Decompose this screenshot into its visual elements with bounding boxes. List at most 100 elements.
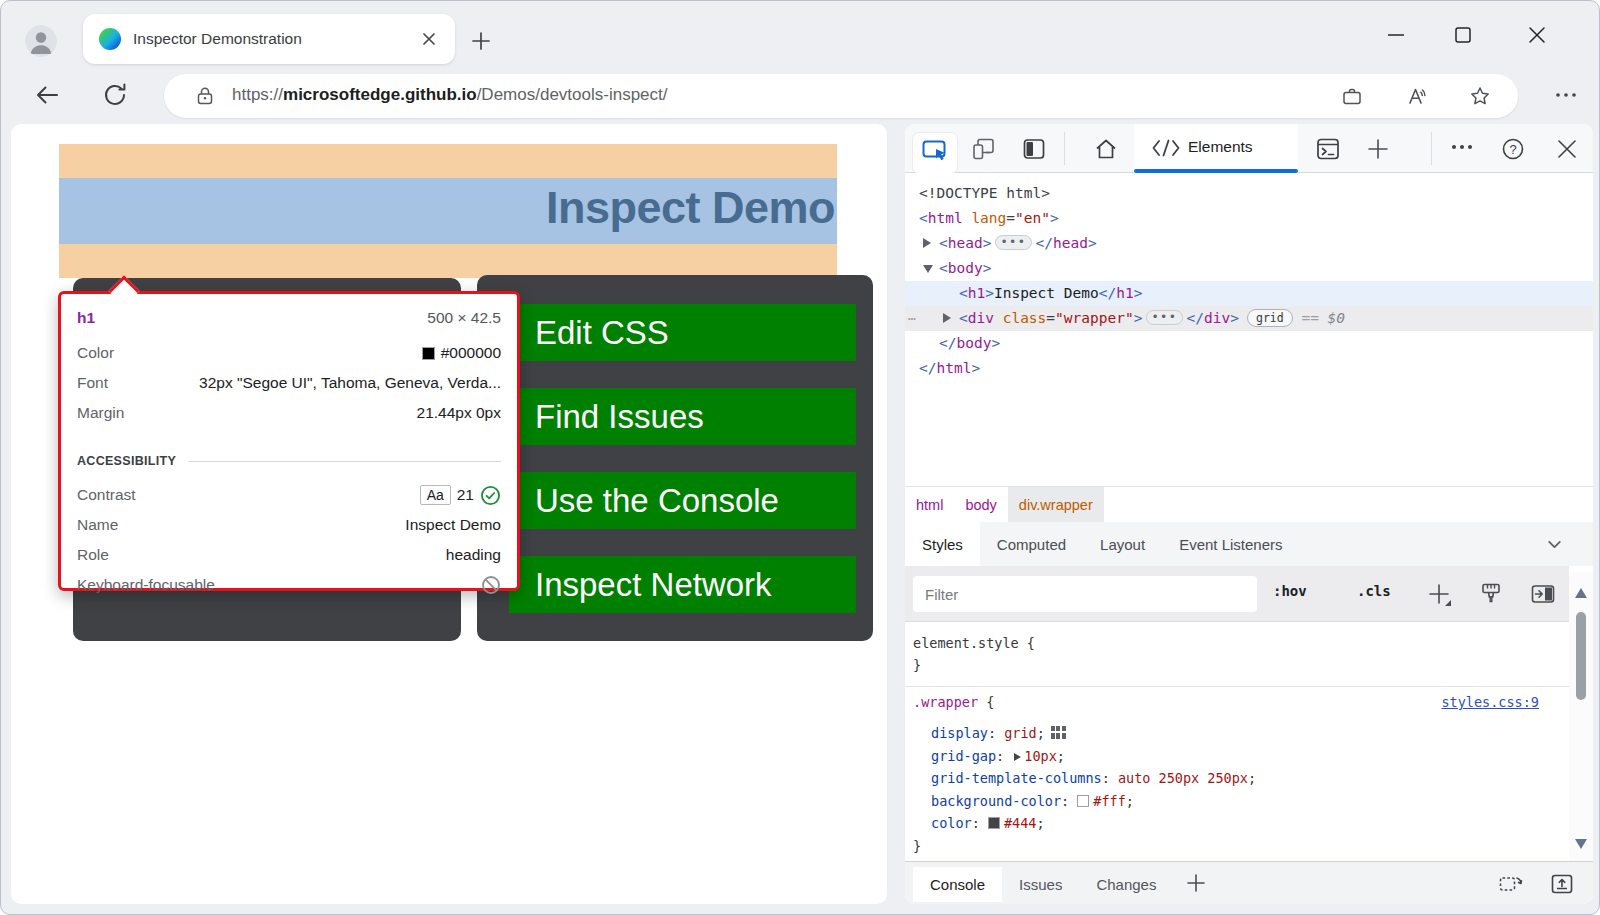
dom-tree-row[interactable]: </body>: [905, 331, 1593, 356]
css-property[interactable]: grid-template-columns: auto 250px 250px;: [905, 767, 1569, 790]
drawer-add-icon[interactable]: [1183, 870, 1209, 896]
scroll-down-arrow[interactable]: [1575, 839, 1587, 849]
accessibility-section-header: ACCESSIBILITY: [77, 442, 501, 480]
styles-tab-bar: StylesComputedLayoutEvent Listeners: [905, 522, 1593, 566]
window-close-button[interactable]: [1525, 23, 1549, 47]
devtools-close-icon[interactable]: [1554, 136, 1580, 162]
dom-tree-row[interactable]: </html>: [905, 356, 1593, 381]
demo-button[interactable]: Use the Console: [509, 472, 856, 529]
dom-tree-row[interactable]: <head>•••</head>: [905, 231, 1593, 256]
scrollbar-thumb[interactable]: [1576, 612, 1586, 700]
tooltip-row: Font32px "Segoe UI", Tahoma, Geneva, Ver…: [77, 368, 501, 398]
accessibility-row: NameInspect Demo: [77, 510, 501, 540]
accessibility-row: ContrastAa21: [77, 480, 501, 510]
tab-layout[interactable]: Layout: [1083, 522, 1162, 566]
css-property[interactable]: display: grid;: [905, 722, 1569, 745]
filter-input[interactable]: Filter: [913, 576, 1257, 612]
collapsed-content-icon: •••: [995, 235, 1031, 250]
demo-button[interactable]: Inspect Network: [509, 556, 856, 613]
lock-icon[interactable]: [194, 85, 216, 107]
accessibility-row: Keyboard-focusable: [77, 570, 501, 600]
tooltip-row: Color#000000: [77, 338, 501, 368]
stylesheet-link[interactable]: styles.css:9: [1441, 691, 1539, 713]
dom-tree-row[interactable]: <h1>Inspect Demo</h1>: [905, 281, 1593, 306]
dom-tree: <!DOCTYPE html><html lang="en"><head>•••…: [905, 173, 1593, 486]
inspect-cursor-icon[interactable]: [922, 140, 948, 162]
add-tab-icon[interactable]: [1365, 136, 1391, 162]
h1-highlight-band: Inspect Demo: [59, 178, 837, 244]
console-tool-icon[interactable]: [1315, 136, 1341, 162]
styles-scrollbar[interactable]: [1569, 572, 1593, 861]
address-bar[interactable]: https://microsoftedge.github.io/Demos/de…: [164, 74, 1518, 118]
wrapper-rule-section[interactable]: styles.css:9.wrapper { display: grid;gri…: [905, 687, 1569, 857]
breadcrumb-item[interactable]: body: [954, 487, 1007, 522]
devtools-more-icon[interactable]: [1449, 140, 1475, 166]
browser-tab[interactable]: Inspector Demonstration: [83, 14, 455, 64]
inspect-tooltip: h1 500 × 42.5 Color#000000Font32px "Sego…: [58, 291, 520, 591]
new-tab-button[interactable]: [469, 29, 493, 53]
dom-tree-row[interactable]: <html lang="en">: [905, 206, 1593, 231]
styles-pane: element.style { } styles.css:9.wrapper {…: [905, 622, 1569, 861]
browser-menu-icon[interactable]: [1553, 85, 1579, 105]
color-swatch: [988, 817, 1000, 829]
expand-shorthand-icon: [1014, 753, 1021, 761]
accessibility-row: Roleheading: [77, 540, 501, 570]
class-pseudo-button[interactable]: .cls: [1357, 583, 1391, 599]
element-dimensions: 500 × 42.5: [427, 309, 501, 327]
drawer-tab-console[interactable]: Console: [913, 867, 1002, 902]
tab-title: Inspector Demonstration: [133, 30, 302, 48]
tab-computed[interactable]: Computed: [980, 522, 1083, 566]
help-icon[interactable]: ?: [1500, 136, 1526, 162]
dom-tree-row[interactable]: ⋯<div class="wrapper">•••</div>grid == $…: [905, 306, 1593, 331]
drawer-tab-changes[interactable]: Changes: [1079, 867, 1173, 902]
hover-pseudo-button[interactable]: :hov: [1273, 583, 1307, 599]
url-text[interactable]: https://microsoftedge.github.io/Demos/de…: [232, 85, 668, 105]
demo-button[interactable]: Find Issues: [509, 388, 856, 445]
tab-elements[interactable]: Elements: [1134, 124, 1298, 173]
open-sidebar-icon[interactable]: [1529, 580, 1557, 608]
tab-event-listeners[interactable]: Event Listeners: [1162, 522, 1299, 566]
back-button[interactable]: [33, 81, 61, 109]
tab-styles[interactable]: Styles: [905, 522, 980, 566]
new-style-rule-icon[interactable]: [1425, 580, 1453, 608]
window-minimize-button[interactable]: [1384, 27, 1408, 43]
collections-icon[interactable]: [1340, 84, 1364, 108]
demo-button[interactable]: Edit CSS: [509, 304, 856, 361]
dom-tree-row[interactable]: <body>: [905, 256, 1593, 281]
scroll-up-arrow[interactable]: [1575, 588, 1587, 598]
web-page-content: Inspect Demo Edit CSS Find Issues Use the …: [11, 124, 887, 904]
home-icon[interactable]: [1093, 136, 1119, 162]
favorites-star-icon[interactable]: [1468, 84, 1492, 108]
profile-avatar[interactable]: [25, 25, 57, 57]
chevron-down-icon[interactable]: [1546, 536, 1563, 553]
edge-favicon: [99, 28, 121, 50]
dom-tree-row[interactable]: <!DOCTYPE html>: [905, 181, 1593, 206]
device-emulation-icon[interactable]: [971, 136, 997, 162]
row-options-icon: ⋯: [908, 306, 917, 331]
rotate-device-icon[interactable]: [1498, 872, 1524, 896]
not-focusable-icon: [481, 575, 501, 595]
refresh-button[interactable]: [101, 81, 129, 109]
breadcrumb-item[interactable]: div.wrapper: [1008, 487, 1104, 522]
margin-overlay-bottom: [59, 244, 837, 278]
breadcrumb-item[interactable]: html: [905, 487, 954, 522]
window-maximize-button[interactable]: [1453, 25, 1473, 45]
browser-window: Inspector Demonstration https://microsof…: [0, 0, 1600, 915]
card-right: Edit CSS Find Issues Use the Console Inspec…: [477, 275, 873, 641]
css-property[interactable]: grid-gap: 10px;: [905, 745, 1569, 768]
expand-arrow-icon: [923, 238, 931, 248]
page-heading: Inspect Demo: [546, 182, 835, 234]
css-property[interactable]: color: #444;: [905, 812, 1569, 835]
read-aloud-icon[interactable]: [1405, 84, 1429, 108]
rendering-brush-icon[interactable]: [1477, 580, 1505, 608]
tooltip-header: h1 500 × 42.5: [77, 303, 501, 333]
dock-side-icon[interactable]: [1021, 136, 1047, 162]
margin-overlay-top: [59, 144, 837, 178]
tab-close-icon[interactable]: [417, 27, 441, 51]
expand-drawer-icon[interactable]: [1549, 871, 1575, 897]
expand-arrow-icon: [943, 313, 951, 323]
drawer-tab-issues[interactable]: Issues: [1002, 867, 1079, 902]
element-style-section[interactable]: element.style { }: [905, 622, 1569, 687]
tooltip-row: Margin21.44px 0px: [77, 398, 501, 428]
css-property[interactable]: background-color: #fff;: [905, 790, 1569, 813]
